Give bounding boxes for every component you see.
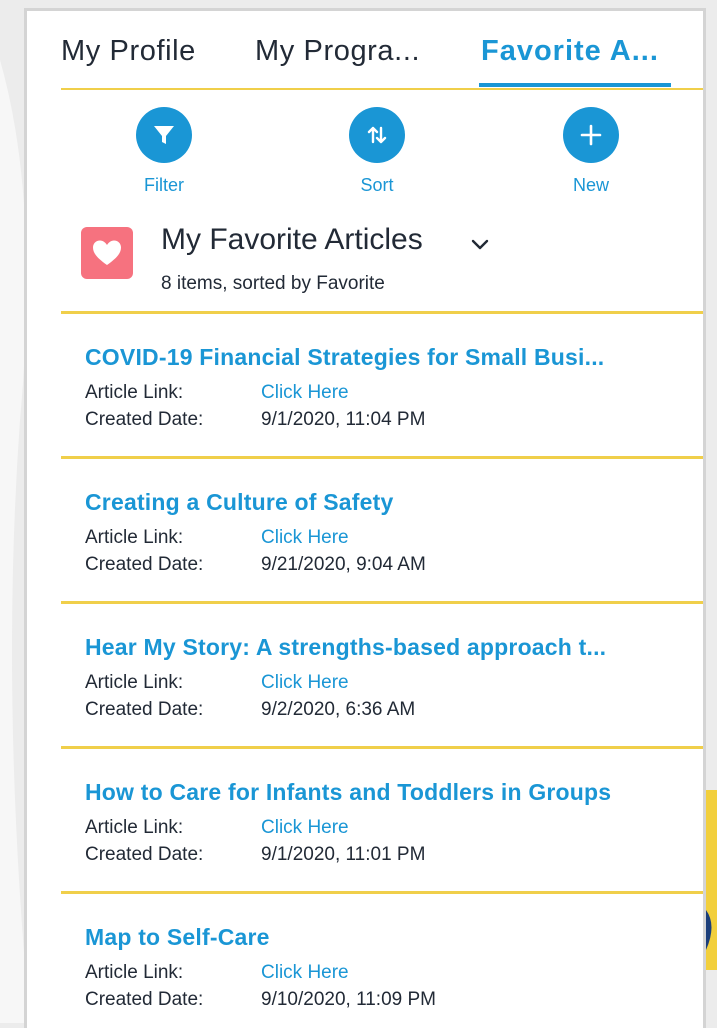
article-title[interactable]: Hear My Story: A strengths-based approac… xyxy=(85,634,681,661)
article-item: COVID-19 Financial Strategies for Small … xyxy=(61,314,703,456)
sort-icon xyxy=(349,107,405,163)
article-title[interactable]: Creating a Culture of Safety xyxy=(85,489,681,516)
article-link-label: Article Link: xyxy=(85,672,184,693)
article-link[interactable]: Click Here xyxy=(261,817,349,839)
tab-my-programs[interactable]: My Progra... xyxy=(255,35,420,68)
tab-my-profile[interactable]: My Profile xyxy=(61,35,196,68)
article-link-label: Article Link: xyxy=(85,382,184,403)
created-date-value: 9/10/2020, 11:09 PM xyxy=(261,989,436,1010)
article-link[interactable]: Click Here xyxy=(261,382,349,404)
created-date-label: Created Date: xyxy=(85,844,204,865)
tab-favorite-articles[interactable]: Favorite A... xyxy=(481,35,659,68)
created-date-label: Created Date: xyxy=(85,554,204,575)
tab-divider xyxy=(61,88,703,90)
article-link[interactable]: Click Here xyxy=(261,527,349,549)
article-link[interactable]: Click Here xyxy=(261,962,349,984)
list-view-header: My Favorite Articles 8 items, sorted by … xyxy=(81,223,681,303)
list-view-title[interactable]: My Favorite Articles xyxy=(161,223,423,257)
new-label: New xyxy=(572,175,609,195)
new-button[interactable]: New xyxy=(536,107,646,196)
article-item: Hear My Story: A strengths-based approac… xyxy=(61,604,703,746)
article-link-label: Article Link: xyxy=(85,527,184,548)
filter-button[interactable]: Filter xyxy=(109,107,219,196)
filter-icon xyxy=(136,107,192,163)
article-item: How to Care for Infants and Toddlers in … xyxy=(61,749,703,891)
filter-label: Filter xyxy=(144,175,184,195)
created-date-value: 9/1/2020, 11:01 PM xyxy=(261,844,426,865)
background-graphic xyxy=(706,790,717,970)
active-tab-indicator xyxy=(479,83,671,87)
article-title[interactable]: How to Care for Infants and Toddlers in … xyxy=(85,779,681,806)
mobile-app-frame: My Profile My Progra... Favorite A... Fi… xyxy=(24,8,706,1028)
sort-label: Sort xyxy=(360,175,394,195)
article-link[interactable]: Click Here xyxy=(261,672,349,694)
article-list: COVID-19 Financial Strategies for Small … xyxy=(61,311,703,1028)
article-item: Map to Self-Care Article Link: Click Her… xyxy=(61,894,703,1028)
sort-button[interactable]: Sort xyxy=(322,107,432,196)
heart-icon xyxy=(81,227,133,279)
article-title[interactable]: Map to Self-Care xyxy=(85,924,681,951)
created-date-value: 9/1/2020, 11:04 PM xyxy=(261,409,426,430)
created-date-value: 9/21/2020, 9:04 AM xyxy=(261,554,426,575)
article-item: Creating a Culture of Safety Article Lin… xyxy=(61,459,703,601)
plus-icon xyxy=(563,107,619,163)
chevron-down-icon[interactable] xyxy=(469,233,491,255)
article-link-label: Article Link: xyxy=(85,962,184,983)
created-date-label: Created Date: xyxy=(85,989,204,1010)
created-date-value: 9/2/2020, 6:36 AM xyxy=(261,699,416,720)
list-view-subtitle: 8 items, sorted by Favorite xyxy=(161,273,385,294)
article-title[interactable]: COVID-19 Financial Strategies for Small … xyxy=(85,344,681,371)
created-date-label: Created Date: xyxy=(85,699,204,720)
tab-bar: My Profile My Progra... Favorite A... xyxy=(27,11,703,90)
article-link-label: Article Link: xyxy=(85,817,184,838)
created-date-label: Created Date: xyxy=(85,409,204,430)
